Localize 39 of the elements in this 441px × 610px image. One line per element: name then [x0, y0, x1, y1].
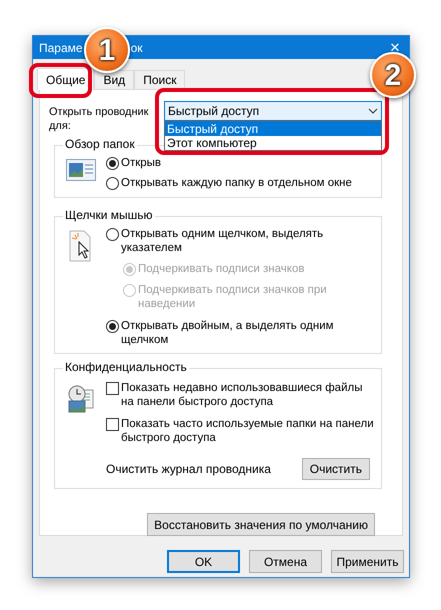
window-title: Параме [39, 40, 83, 56]
tab[interactable]: Общие [37, 68, 94, 90]
dialog-button[interactable]: OK [167, 550, 240, 573]
option-label: Открыв [121, 156, 162, 170]
group-title: Щелчки мышью [63, 208, 155, 223]
restore-defaults-button[interactable]: Восстановить значения по умолчанию [147, 513, 375, 536]
dropdown-option[interactable]: Быстрый доступ [165, 122, 381, 136]
group-title: Обзор папок [63, 137, 137, 152]
chevron-down-icon [368, 108, 378, 114]
option-label: Подчеркивать подписи значков [138, 262, 304, 276]
option-label: Открывать каждую папку в отдельном окне [121, 176, 352, 190]
dialog-button[interactable]: Отмена [249, 550, 322, 573]
cursor-icon [68, 230, 92, 262]
dropdown-option[interactable]: Этот компьютер [165, 136, 381, 150]
tab[interactable]: Вид [94, 70, 134, 89]
group-title: Конфиденциальность [63, 360, 189, 375]
close-button[interactable]: ✕ [388, 40, 402, 54]
radio-button[interactable] [106, 320, 119, 333]
option-label: Показать недавно использовавшиеся файлы на панели быстрого доступа [121, 381, 364, 409]
checkbox[interactable] [106, 418, 119, 431]
option-label: Подчеркивать подписи значков при наведении [138, 283, 328, 311]
field-label: Открыть проводник [49, 105, 150, 119]
radio-button[interactable] [106, 177, 119, 190]
window-title: ок [130, 40, 143, 56]
field-label: для: [49, 119, 72, 133]
radio-button[interactable] [106, 228, 119, 241]
clear-button[interactable]: Очистить [302, 458, 370, 480]
radio-button[interactable] [106, 157, 119, 170]
tab[interactable]: Поиск [134, 70, 186, 89]
dialog-button[interactable]: Применить [331, 550, 404, 573]
dropdown[interactable]: Быстрый доступ [164, 101, 382, 121]
option-label: Очистить журнал проводника [106, 461, 271, 478]
option-label: Открывать двойным, а выделять одним щелчком [121, 319, 335, 347]
clock-document-icon [66, 384, 94, 414]
highlight-frame [29, 63, 92, 98]
picture-window-icon [66, 159, 96, 181]
checkbox[interactable] [106, 382, 119, 395]
option-label: Показать часто используемые папки на панели быстрого доступа [121, 417, 375, 445]
option-label: Открывать одним щелчком, выделять указателем [121, 227, 324, 255]
